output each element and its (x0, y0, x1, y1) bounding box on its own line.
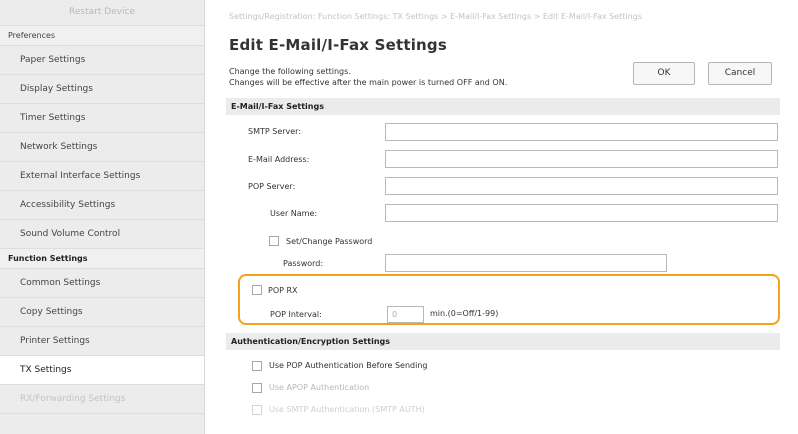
restart-device-button[interactable]: Restart Device (0, 0, 204, 26)
pop-interval-input[interactable] (387, 306, 424, 323)
section-email-ifax-settings: E-Mail/I-Fax Settings (226, 98, 780, 115)
page-title: Edit E-Mail/I-Fax Settings (229, 36, 447, 54)
smtp-server-field[interactable] (386, 124, 777, 140)
pop-rx-checkbox[interactable] (252, 285, 262, 295)
user-name-input[interactable] (385, 204, 778, 222)
email-address-field[interactable] (386, 151, 777, 167)
sidebar-item-rx-forwarding-settings[interactable]: RX/Forwarding Settings (0, 385, 204, 414)
sidebar-section-function-settings: Function Settings (0, 249, 204, 269)
email-address-label: E-Mail Address: (248, 155, 310, 164)
sidebar-item-accessibility-settings[interactable]: Accessibility Settings (0, 191, 204, 220)
password-label: Password: (283, 259, 324, 268)
pop-auth-before-sending-label: Use POP Authentication Before Sending (269, 361, 428, 370)
sidebar-item-network-settings[interactable]: Network Settings (0, 133, 204, 162)
pop-server-field[interactable] (386, 178, 777, 194)
pop-rx-label: POP RX (268, 286, 298, 295)
description-line-2: Changes will be effective after the main… (229, 78, 508, 87)
pop-auth-before-sending-checkbox[interactable] (252, 361, 262, 371)
email-address-input[interactable] (385, 150, 778, 168)
set-change-password-label: Set/Change Password (286, 237, 373, 246)
sidebar-item-paper-settings[interactable]: Paper Settings (0, 46, 204, 75)
pop-server-label: POP Server: (248, 182, 296, 191)
set-change-password-checkbox[interactable] (269, 236, 279, 246)
user-name-field[interactable] (386, 205, 777, 221)
user-name-label: User Name: (270, 209, 318, 218)
pop-server-input[interactable] (385, 177, 778, 195)
sidebar-item-timer-settings[interactable]: Timer Settings (0, 104, 204, 133)
ok-button[interactable]: OK (633, 62, 695, 85)
sidebar: Restart Device Preferences Paper Setting… (0, 0, 205, 434)
pop-interval-unit: min.(0=Off/1-99) (430, 309, 499, 318)
sidebar-section-preferences: Preferences (0, 26, 204, 46)
description-line-1: Change the following settings. (229, 67, 351, 76)
sidebar-item-external-interface-settings[interactable]: External Interface Settings (0, 162, 204, 191)
password-field[interactable] (386, 255, 666, 271)
smtp-auth-label: Use SMTP Authentication (SMTP AUTH) (269, 405, 425, 414)
sidebar-item-printer-settings[interactable]: Printer Settings (0, 327, 204, 356)
section-authentication-encryption: Authentication/Encryption Settings (226, 333, 780, 350)
apop-auth-checkbox[interactable] (252, 383, 262, 393)
sidebar-item-tx-settings[interactable]: TX Settings (0, 356, 204, 385)
sidebar-item-display-settings[interactable]: Display Settings (0, 75, 204, 104)
apop-auth-label: Use APOP Authentication (269, 383, 370, 392)
password-input[interactable] (385, 254, 667, 272)
main-panel: Settings/Registration: Function Settings… (206, 0, 798, 434)
pop-interval-label: POP Interval: (270, 310, 322, 319)
sidebar-item-sound-volume-control[interactable]: Sound Volume Control (0, 220, 204, 249)
cancel-button[interactable]: Cancel (708, 62, 772, 85)
smtp-server-label: SMTP Server: (248, 127, 302, 136)
page-description: Change the following settings. Changes w… (229, 66, 507, 88)
breadcrumb: Settings/Registration: Function Settings… (229, 12, 642, 21)
smtp-server-input[interactable] (385, 123, 778, 141)
sidebar-item-common-settings[interactable]: Common Settings (0, 269, 204, 298)
sidebar-item-copy-settings[interactable]: Copy Settings (0, 298, 204, 327)
smtp-auth-checkbox[interactable] (252, 405, 262, 415)
pop-interval-field[interactable] (388, 307, 423, 322)
